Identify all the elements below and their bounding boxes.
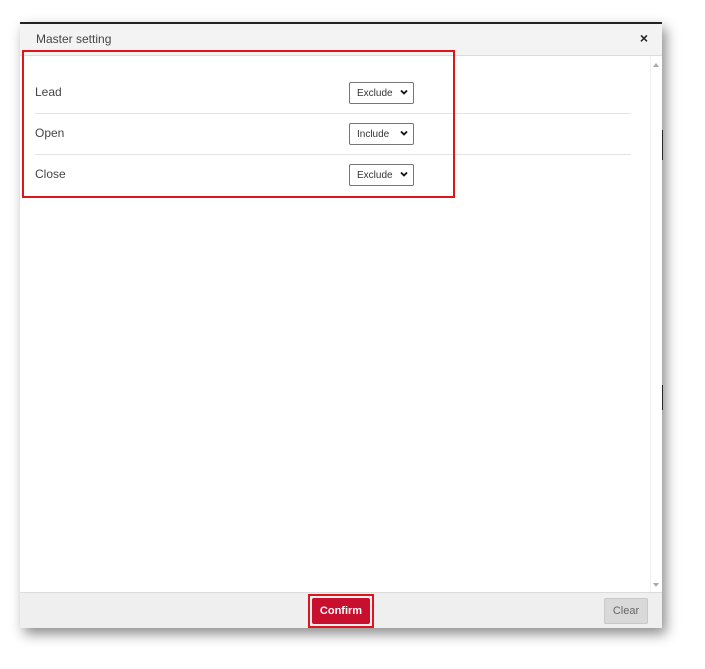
select-value: Include — [357, 129, 390, 140]
scroll-down-icon[interactable] — [653, 583, 659, 587]
dialog-title: Master setting — [36, 32, 112, 46]
confirm-button[interactable]: Confirm — [312, 598, 370, 624]
vertical-scrollbar[interactable] — [650, 56, 662, 593]
select-value: Exclude — [357, 170, 393, 181]
scroll-up-icon[interactable] — [653, 63, 659, 67]
open-select[interactable]: Include — [349, 123, 414, 145]
chevron-down-icon — [400, 171, 408, 177]
setting-row-open: Open Include — [35, 113, 631, 154]
dialog-footer: Confirm Clear — [20, 592, 662, 628]
select-value: Exclude — [357, 88, 393, 99]
setting-row-lead: Lead Exclude — [35, 72, 631, 113]
dialog-titlebar: Master setting × — [20, 24, 662, 56]
setting-label: Lead — [35, 85, 62, 99]
screen: Master setting × Lead Exclude Open Inclu… — [0, 0, 705, 669]
setting-label: Close — [35, 167, 66, 181]
dialog-content: Lead Exclude Open Include Close Exclude — [20, 56, 650, 593]
close-icon[interactable]: × — [640, 30, 648, 46]
clear-button[interactable]: Clear — [604, 598, 648, 624]
master-setting-dialog: Master setting × Lead Exclude Open Inclu… — [20, 22, 662, 628]
close-select[interactable]: Exclude — [349, 164, 414, 186]
chevron-down-icon — [400, 130, 408, 136]
setting-label: Open — [35, 126, 65, 140]
setting-row-close: Close Exclude — [35, 154, 631, 195]
lead-select[interactable]: Exclude — [349, 82, 414, 104]
chevron-down-icon — [400, 89, 408, 95]
